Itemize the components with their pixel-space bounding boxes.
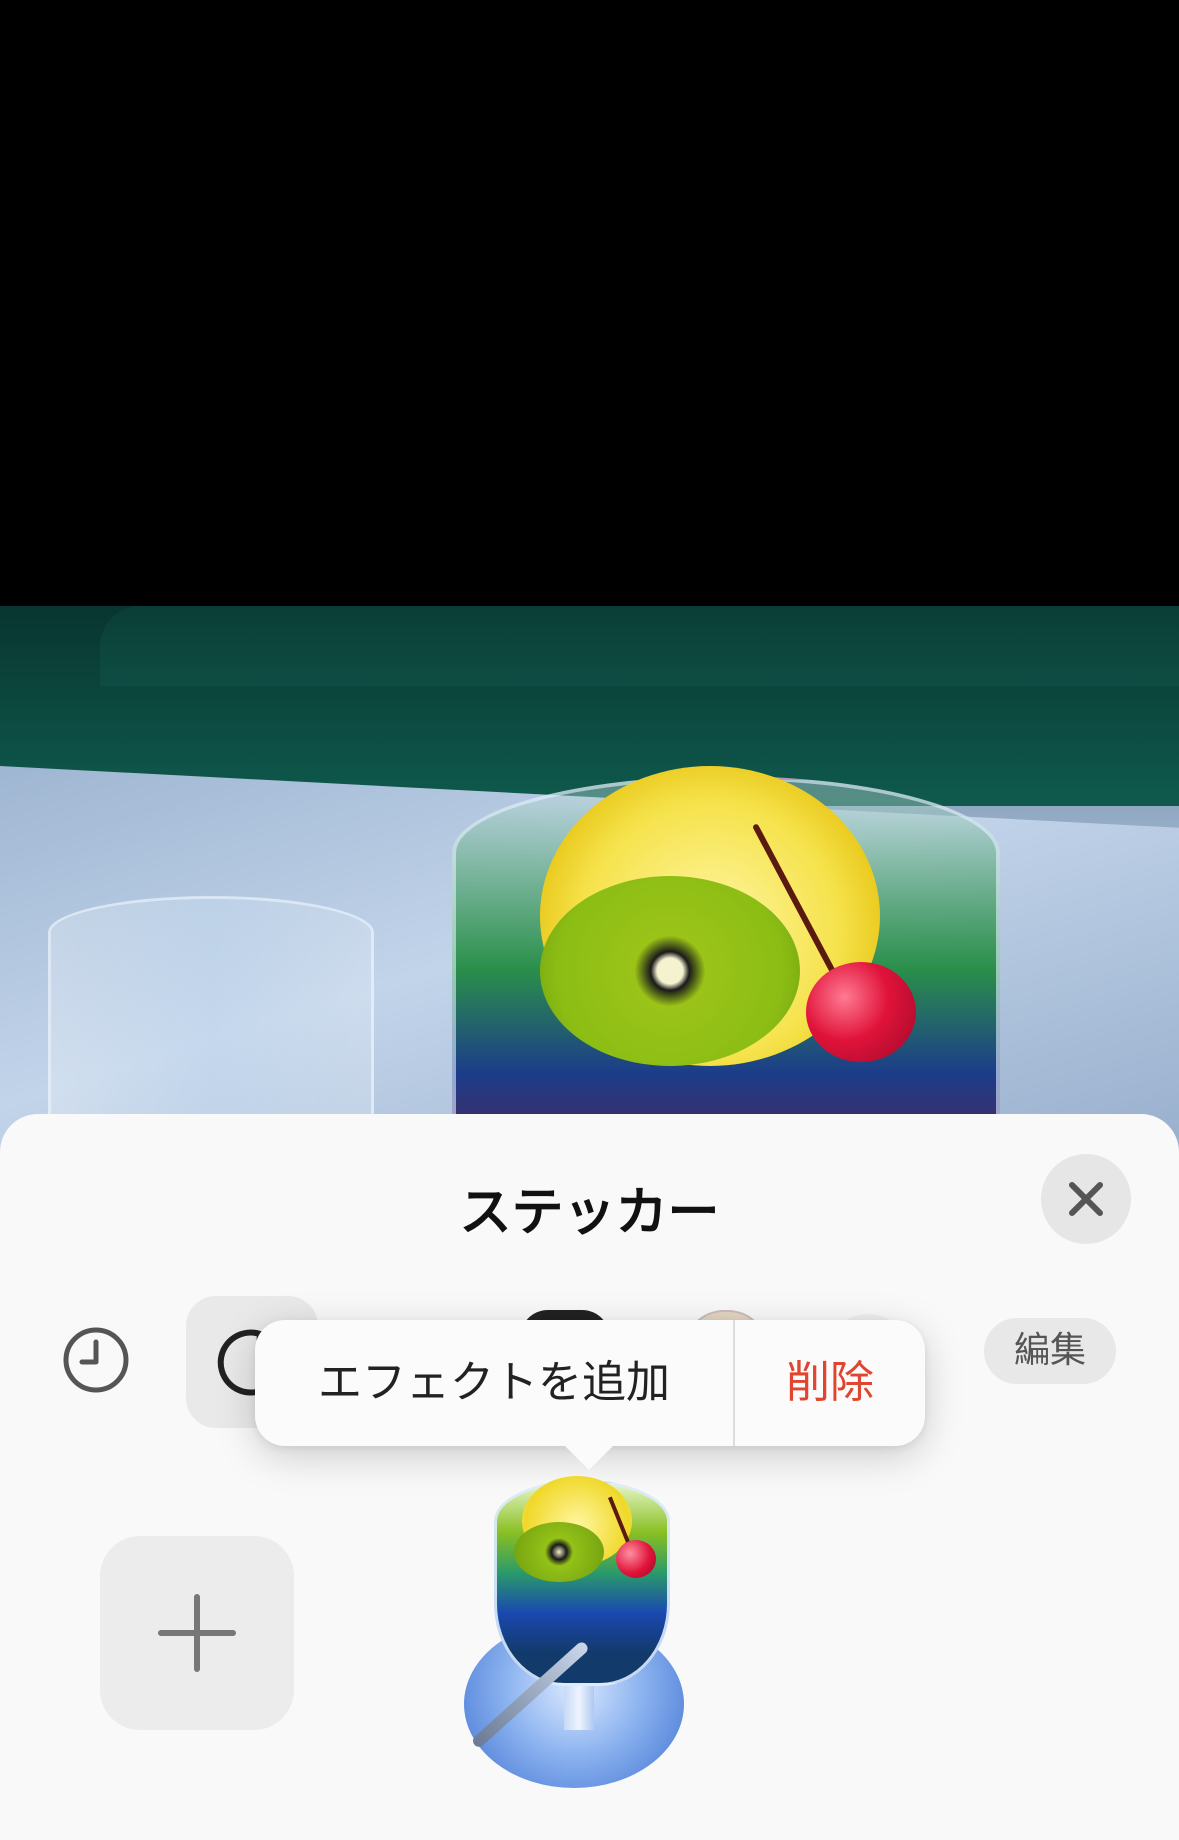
sticker-parfait[interactable] bbox=[464, 1470, 724, 1800]
tab-recent[interactable] bbox=[56, 1320, 136, 1400]
plus-icon bbox=[158, 1594, 236, 1672]
add-effect-button[interactable]: エフェクトを追加 bbox=[255, 1320, 733, 1446]
sticker-context-menu: エフェクトを追加 削除 bbox=[255, 1320, 925, 1446]
context-menu-arrow bbox=[563, 1444, 615, 1470]
photo-booth-edge bbox=[100, 606, 1179, 686]
edit-button[interactable]: 編集 bbox=[984, 1318, 1116, 1384]
close-icon bbox=[1069, 1182, 1103, 1216]
sheet-title: ステッカー bbox=[459, 1183, 720, 1243]
photo-cherry bbox=[806, 962, 916, 1062]
photo-kiwi-slice bbox=[540, 876, 800, 1066]
close-button[interactable] bbox=[1041, 1154, 1131, 1244]
delete-button[interactable]: 削除 bbox=[735, 1320, 925, 1446]
clock-icon bbox=[63, 1327, 129, 1393]
sticker-cherry bbox=[616, 1540, 656, 1578]
screen: ステッカー 編集 エフェクトを追加 削除 bbox=[0, 0, 1179, 1840]
sticker-kiwi bbox=[514, 1522, 604, 1582]
background-photo bbox=[0, 606, 1179, 1166]
add-sticker-button[interactable] bbox=[100, 1536, 294, 1730]
